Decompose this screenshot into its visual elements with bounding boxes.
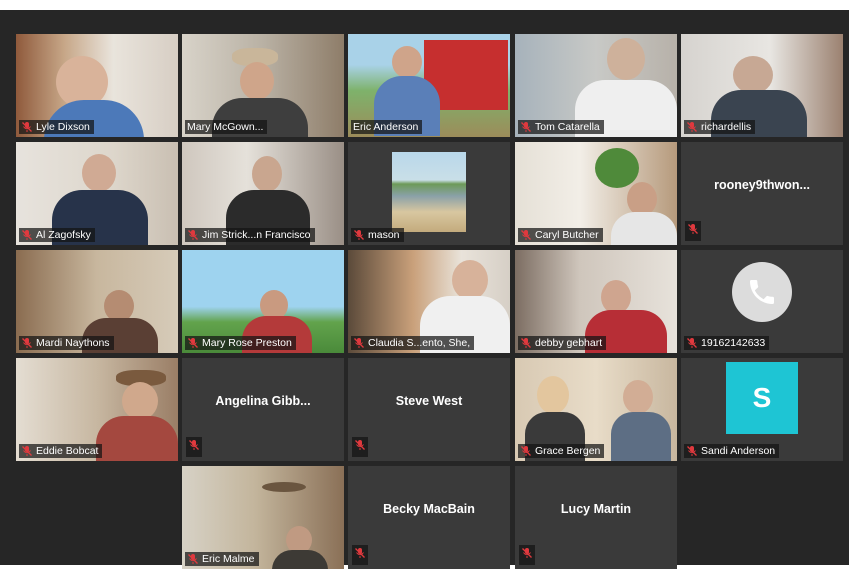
participant-tile[interactable]: Eric Malme	[182, 466, 344, 569]
participant-name: 19162142633	[701, 337, 766, 349]
participant-name-tag: richardellis	[684, 120, 756, 134]
participant-name-tag: Sandi Anderson	[684, 444, 780, 458]
mic-off-icon	[686, 445, 698, 457]
participant-name-tag: 19162142633	[684, 336, 770, 350]
participant-name: Eric Anderson	[353, 121, 419, 133]
mic-off-icon	[352, 437, 368, 457]
mic-off-icon	[520, 121, 532, 133]
participant-name: Sandi Anderson	[701, 445, 776, 457]
participant-tile[interactable]: Becky MacBain	[348, 466, 510, 569]
participant-name: Mary Rose Preston	[202, 337, 292, 349]
participant-tile[interactable]: Steve West	[348, 358, 510, 461]
mic-off-icon	[520, 337, 532, 349]
participant-name: Steve West	[395, 393, 463, 408]
mic-off-icon	[685, 221, 701, 241]
participant-tile-active-speaker[interactable]: Eric Anderson	[348, 34, 510, 137]
participant-tile[interactable]: 19162142633	[681, 250, 843, 353]
participant-name-tag: Caryl Butcher	[518, 228, 603, 242]
mic-off-icon	[353, 229, 365, 241]
participant-name-tag: Lyle Dixson	[19, 120, 94, 134]
mic-off-icon	[187, 229, 199, 241]
mic-off-icon	[519, 545, 535, 565]
participant-name-tag: Mardi Naythons	[19, 336, 114, 350]
mic-off-icon	[186, 437, 202, 457]
participant-tile[interactable]: Jim Strick...n Francisco	[182, 142, 344, 245]
mic-off-icon	[187, 337, 199, 349]
mic-off-icon	[21, 229, 33, 241]
participant-tile[interactable]: Lyle Dixson	[16, 34, 178, 137]
participant-name-tag: Eric Malme	[185, 552, 259, 566]
participant-tile[interactable]: Claudia S...ento, She,	[348, 250, 510, 353]
avatar: S	[726, 362, 798, 434]
participant-tile[interactable]: Lucy Martin	[515, 466, 677, 569]
mic-off-icon	[21, 337, 33, 349]
participant-name: Jim Strick...n Francisco	[202, 229, 311, 241]
participant-name: Eric Malme	[202, 553, 255, 565]
mic-off-icon	[21, 445, 33, 457]
participant-name: Becky MacBain	[383, 501, 475, 516]
mic-off-icon	[352, 545, 368, 565]
participant-tile[interactable]: Caryl Butcher	[515, 142, 677, 245]
participant-name: rooney9thwon...	[714, 177, 810, 192]
phone-icon	[732, 262, 792, 322]
participant-name-tag: Tom Catarella	[518, 120, 604, 134]
participant-name-tag: Grace Bergen	[518, 444, 605, 458]
participant-tile[interactable]: Angelina Gibb...	[182, 358, 344, 461]
participant-tile[interactable]: Al Zagofsky	[16, 142, 178, 245]
participant-name-tag: Eddie Bobcat	[19, 444, 103, 458]
mic-off-icon	[520, 445, 532, 457]
participant-tile[interactable]: rooney9thwon...	[681, 142, 843, 245]
participant-name-tag: Claudia S...ento, She,	[351, 336, 475, 350]
participant-name: Mardi Naythons	[36, 337, 110, 349]
participant-name: Grace Bergen	[535, 445, 601, 457]
mic-off-icon	[686, 121, 698, 133]
participant-name: debby gebhart	[535, 337, 603, 349]
participant-name-tag: mason	[351, 228, 404, 242]
participant-tile[interactable]: Mary Rose Preston	[182, 250, 344, 353]
participant-tile[interactable]: debby gebhart	[515, 250, 677, 353]
participant-name: Al Zagofsky	[36, 229, 91, 241]
participant-name-tag: Jim Strick...n Francisco	[185, 228, 315, 242]
participant-tile[interactable]: Tom Catarella	[515, 34, 677, 137]
participant-name: Lucy Martin	[560, 501, 632, 516]
participant-name-tag: Mary Rose Preston	[185, 336, 296, 350]
participant-name-tag: Al Zagofsky	[19, 228, 95, 242]
participant-tile[interactable]: Mardi Naythons	[16, 250, 178, 353]
video-gallery: Lyle Dixson Mary McGown... Eric Anderson	[0, 10, 849, 569]
participant-tile[interactable]: Grace Bergen	[515, 358, 677, 461]
participant-name: Claudia S...ento, She,	[368, 337, 471, 349]
participant-name: Lyle Dixson	[36, 121, 90, 133]
participant-name: richardellis	[701, 121, 752, 133]
mic-off-icon	[520, 229, 532, 241]
participant-tile[interactable]: mason	[348, 142, 510, 245]
mic-off-icon	[187, 553, 199, 565]
profile-picture	[392, 152, 466, 232]
mic-off-icon	[353, 337, 365, 349]
participant-name: Eddie Bobcat	[36, 445, 99, 457]
participant-name: Angelina Gibb...	[215, 393, 311, 408]
participant-tile[interactable]: Mary McGown...	[182, 34, 344, 137]
mic-off-icon	[21, 121, 33, 133]
participant-name-tag: Eric Anderson	[351, 120, 423, 134]
participant-tile[interactable]: Eddie Bobcat	[16, 358, 178, 461]
participant-name-tag: Mary McGown...	[185, 120, 268, 134]
participant-name-tag: debby gebhart	[518, 336, 607, 350]
participant-name: Caryl Butcher	[535, 229, 599, 241]
participant-name: mason	[368, 229, 400, 241]
mic-off-icon	[686, 337, 698, 349]
participant-name: Mary McGown...	[187, 121, 264, 133]
participant-tile[interactable]: S Sandi Anderson	[681, 358, 843, 461]
participant-name: Tom Catarella	[535, 121, 600, 133]
participant-tile[interactable]: richardellis	[681, 34, 843, 137]
